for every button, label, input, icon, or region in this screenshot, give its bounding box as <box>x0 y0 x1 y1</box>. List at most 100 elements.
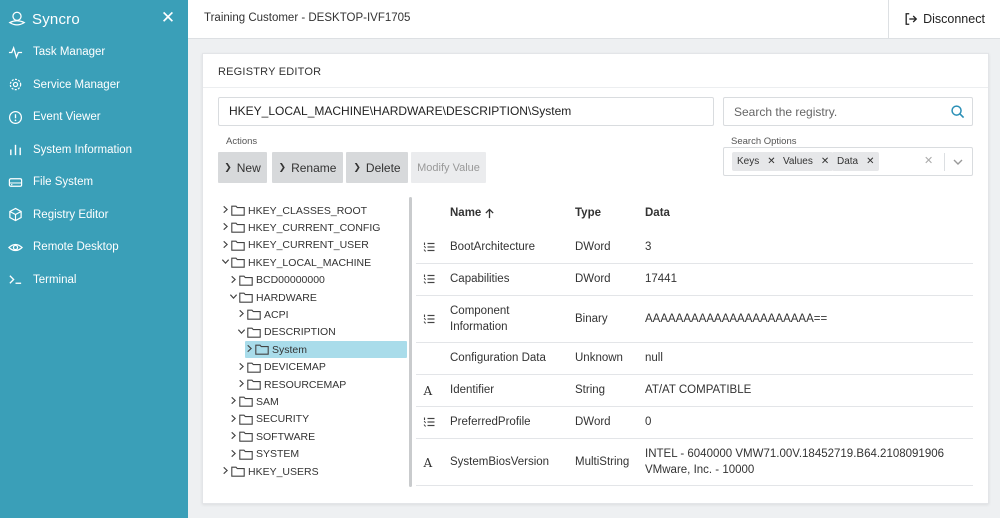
sidebar-item-service-manager[interactable]: Service Manager <box>0 69 188 102</box>
column-header-label: Name <box>450 207 482 219</box>
chevron-down-icon[interactable] <box>951 155 965 169</box>
folder-icon <box>247 362 261 373</box>
search-options-label: Search Options <box>731 136 797 147</box>
chevron-right-icon[interactable] <box>245 344 255 355</box>
column-header-type[interactable]: Type <box>575 207 601 219</box>
folder-icon <box>247 310 261 321</box>
tree-node[interactable]: HKEY_CLASSES_ROOT <box>221 202 367 219</box>
chevron-right-icon[interactable] <box>221 240 231 251</box>
disconnect-button[interactable]: Disconnect <box>888 0 1000 38</box>
alert-circle-icon <box>8 110 23 125</box>
delete-button[interactable]: ❯ Delete <box>346 152 408 183</box>
svg-text:A: A <box>423 384 433 396</box>
column-header-name[interactable]: Name <box>450 207 495 219</box>
tree-node[interactable]: RESOURCEMAP <box>237 376 346 393</box>
value-type: Unknown <box>575 352 623 364</box>
modify-value-button[interactable]: Modify Value <box>411 152 486 183</box>
value-name: PreferredProfile <box>450 414 531 430</box>
numeric-list-icon <box>423 241 435 253</box>
sidebar-item-remote-desktop[interactable]: Remote Desktop <box>0 231 188 264</box>
chevron-right-icon[interactable] <box>229 414 239 425</box>
value-data: 3 <box>645 239 651 255</box>
value-name-line: Component <box>450 304 510 317</box>
sidebar-item-label: System Information <box>33 143 133 156</box>
chevron-down-icon[interactable] <box>229 292 239 303</box>
table-row[interactable]: Capabilities DWord 17441 <box>416 263 973 296</box>
chevron-right-icon[interactable] <box>229 396 239 407</box>
folder-icon <box>231 240 245 251</box>
sidebar-item-terminal[interactable]: Terminal <box>0 264 188 297</box>
tree-node-label: DEVICEMAP <box>264 361 326 374</box>
sidebar-item-event-viewer[interactable]: Event Viewer <box>0 101 188 134</box>
value-data-line: INTEL - 6040000 VMW71.00V.18452719.B64.2… <box>645 447 945 460</box>
remove-chip-icon[interactable]: ✕ <box>821 152 829 171</box>
tree-node[interactable]: DESCRIPTION <box>237 324 336 341</box>
clear-options-icon[interactable]: ✕ <box>924 154 933 167</box>
tree-scrollbar[interactable] <box>409 197 412 487</box>
tree-node[interactable]: HARDWARE <box>229 289 317 306</box>
chevron-right-icon[interactable] <box>221 466 231 477</box>
new-button[interactable]: ❯ New <box>218 152 267 183</box>
table-row[interactable]: Configuration Data Unknown null <box>416 342 973 375</box>
chevron-right-icon[interactable] <box>237 362 247 373</box>
chevron-right-icon[interactable] <box>221 222 231 233</box>
table-row[interactable]: Component Information Binary AAAAAAAAAAAAAA… <box>416 295 973 343</box>
tree-node[interactable]: HKEY_CURRENT_USER <box>221 237 369 254</box>
tree-node[interactable]: BCD00000000 <box>229 272 325 289</box>
value-data-line: 17441 <box>645 273 677 285</box>
rename-button[interactable]: ❯ Rename <box>272 152 343 183</box>
chevron-right-icon[interactable] <box>229 449 239 460</box>
table-row[interactable]: A Identifier String AT/AT COMPATIBLE <box>416 374 973 407</box>
table-row[interactable]: A SystemBiosVersion MultiString INTEL - 604… <box>416 438 973 486</box>
chevron-right-icon[interactable] <box>229 431 239 442</box>
folder-icon <box>239 414 253 425</box>
folder-icon <box>247 327 261 338</box>
sidebar-item-task-manager[interactable]: Task Manager <box>0 36 188 69</box>
sidebar-item-registry-editor[interactable]: Registry Editor <box>0 199 188 232</box>
chip-label: Keys <box>737 156 760 167</box>
folder-icon <box>239 449 253 460</box>
table-row[interactable]: PreferredProfile DWord 0 <box>416 406 973 439</box>
search-options-select[interactable]: Keys ✕ Values ✕ Data ✕ ✕ <box>723 147 973 176</box>
sidebar-item-label: Task Manager <box>33 46 106 59</box>
tree-node[interactable]: ACPI <box>237 306 289 323</box>
tree-node-label: SYSTEM <box>256 448 300 461</box>
remove-chip-icon[interactable]: ✕ <box>866 152 874 171</box>
remove-chip-icon[interactable]: ✕ <box>767 152 775 171</box>
tree-node[interactable]: SOFTWARE <box>229 428 315 445</box>
column-header-data[interactable]: Data <box>645 207 670 219</box>
value-data: 0 <box>645 414 651 430</box>
table-row[interactable]: BootArchitecture DWord 3 <box>416 231 973 264</box>
tree-node[interactable]: DEVICEMAP <box>237 359 326 376</box>
sidebar-item-system-information[interactable]: System Information <box>0 134 188 167</box>
tree-node[interactable]: HKEY_USERS <box>221 463 319 480</box>
brand[interactable]: Syncro <box>8 8 80 30</box>
delete-label: Delete <box>365 160 401 175</box>
chevron-down-icon[interactable] <box>221 257 231 268</box>
registry-search-input[interactable] <box>724 98 954 125</box>
folder-icon <box>231 466 245 477</box>
folder-icon <box>231 257 245 268</box>
sidebar-item-file-system[interactable]: File System <box>0 166 188 199</box>
chevron-down-icon[interactable] <box>237 327 247 338</box>
search-icon[interactable] <box>950 104 965 119</box>
tree-node[interactable]: SECURITY <box>229 411 309 428</box>
chevron-right-icon[interactable] <box>237 309 247 320</box>
tree-node[interactable]: SAM <box>229 393 279 410</box>
chevron-down-icon: ❯ <box>278 162 287 172</box>
tree-node-label: HKEY_CURRENT_USER <box>248 239 369 252</box>
tree-node-label: HKEY_LOCAL_MACHINE <box>248 256 372 269</box>
tree-node[interactable]: SYSTEM <box>229 446 299 463</box>
folder-icon <box>239 431 253 442</box>
registry-path-field[interactable]: HKEY_LOCAL_MACHINE\HARDWARE\DESCRIPTION\… <box>218 97 714 126</box>
tree-node[interactable]: HKEY_LOCAL_MACHINE <box>221 254 371 271</box>
search-option-chip-data: Data ✕ <box>832 152 879 171</box>
chevron-right-icon[interactable] <box>221 205 231 216</box>
tree-node[interactable]: System <box>245 341 407 359</box>
close-icon[interactable]: ✕ <box>160 8 176 28</box>
chevron-down-icon: ❯ <box>224 162 232 172</box>
chevron-right-icon[interactable] <box>237 379 247 390</box>
tree-node[interactable]: HKEY_CURRENT_CONFIG <box>221 219 380 236</box>
chevron-down-icon: ❯ <box>353 162 361 172</box>
chevron-right-icon[interactable] <box>229 275 239 286</box>
